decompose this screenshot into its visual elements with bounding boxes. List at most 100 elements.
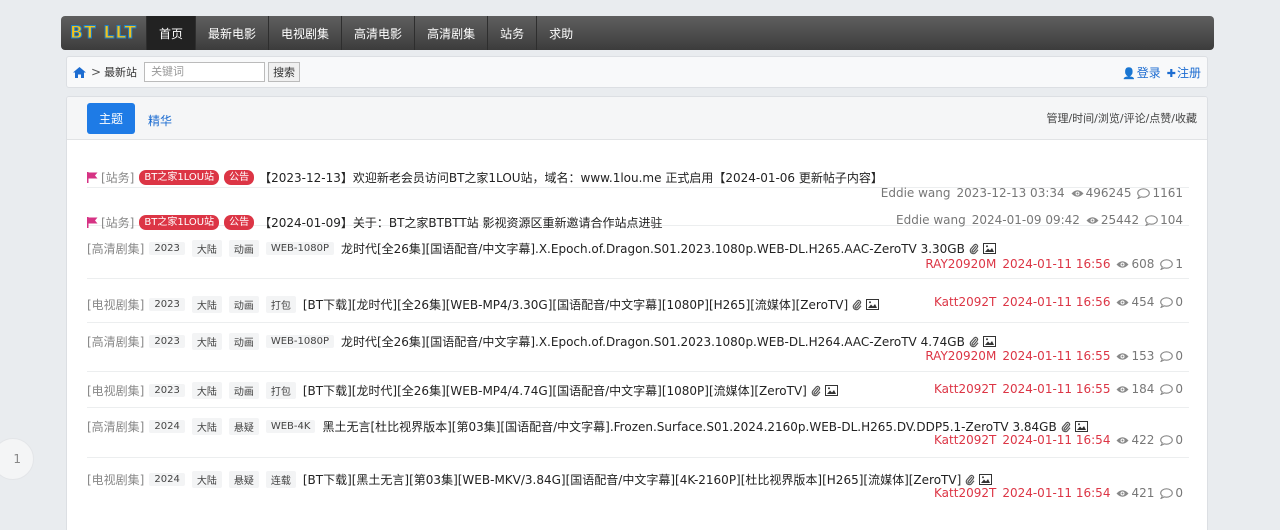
comments-count: 0	[1160, 349, 1183, 363]
thread-tag[interactable]: 动画	[228, 296, 259, 313]
register-label: 注册	[1176, 65, 1201, 80]
register-link[interactable]: ✚注册	[1167, 64, 1201, 81]
thread-forum[interactable]: [高清剧集]	[87, 418, 144, 435]
thread-tag[interactable]: 连载	[265, 471, 296, 488]
thread-tag[interactable]: 2023	[149, 384, 185, 397]
comment-icon	[1160, 434, 1174, 446]
thread-tag[interactable]: 动画	[228, 382, 259, 399]
thread-forum[interactable]: [高清剧集]	[87, 240, 144, 257]
thread-tag[interactable]: 大陆	[191, 333, 222, 350]
nav-item-help[interactable]: 求助	[536, 16, 585, 50]
plus-icon: ✚	[1166, 66, 1176, 80]
thread-row[interactable]: [高清剧集] 2023 大陆 动画 WEB-1080P 龙时代[全26集][国语配音/中文…	[87, 226, 1189, 279]
thread-tag[interactable]: 悬疑	[228, 471, 259, 488]
thread-tag[interactable]: 2024	[149, 420, 185, 433]
thread-tag[interactable]: WEB-1080P	[265, 242, 334, 255]
user-links: 👤登录 ✚注册	[1122, 64, 1201, 81]
thread-row[interactable]: [高清剧集] 2023 大陆 动画 WEB-1080P 龙时代[全26集][国语配音/中文…	[87, 323, 1189, 372]
thread-author[interactable]: RAY20920M	[925, 349, 996, 363]
comments-value: 0	[1175, 382, 1183, 396]
views-value: 421	[1131, 486, 1155, 500]
views-count: 25442	[1086, 213, 1139, 227]
breadcrumb-separator: >	[91, 65, 102, 79]
thread-row[interactable]: [站务] BT之家1LOU站 公告 【2024-01-09】关于：BT之家BTBTT站…	[87, 188, 1189, 230]
thread-tag[interactable]: 2023	[149, 298, 185, 311]
comments-count: 0	[1160, 295, 1183, 309]
thread-tag[interactable]: 大陆	[191, 296, 222, 313]
thread-title[interactable]: [BT下载][黑土无言][第03集][WEB-MKV/3.84G][国语配音/中…	[303, 471, 961, 488]
thread-author[interactable]: Eddie wang	[896, 213, 966, 227]
thread-tag[interactable]: 2023	[149, 242, 185, 255]
image-icon	[866, 299, 880, 310]
eye-icon	[1116, 260, 1129, 269]
thread-title[interactable]: 【2023-12-13】欢迎新老会员访问BT之家1LOU站，域名：www.1lo…	[259, 169, 883, 186]
top-navbar: BT LLT 首页 最新电影 电视剧集 高清电影 高清剧集 站务 求助	[61, 16, 1214, 50]
nav-item-latest-movies[interactable]: 最新电影	[195, 16, 268, 50]
thread-tag[interactable]: 大陆	[191, 471, 222, 488]
thread-forum[interactable]: [站务]	[101, 169, 134, 186]
site-logo[interactable]: BT LLT	[61, 16, 146, 50]
tab-topics[interactable]: 主题	[87, 103, 135, 134]
thread-tag[interactable]: 大陆	[191, 240, 222, 257]
thread-row[interactable]: [电视剧集] 2023 大陆 动画 打包 [BT下载][龙时代][全26集][WEB-MP…	[87, 372, 1189, 408]
thread-time: 2024-01-11 16:56	[1002, 295, 1111, 309]
thread-time: 2024-01-11 16:56	[1002, 257, 1111, 271]
search-button[interactable]: 搜索	[268, 62, 301, 82]
page-indicator[interactable]: 1	[0, 438, 34, 480]
views-count: 153	[1116, 349, 1154, 363]
home-icon[interactable]	[73, 66, 86, 78]
thread-tag[interactable]: 2023	[149, 335, 185, 348]
thread-forum[interactable]: [电视剧集]	[87, 296, 144, 313]
comments-count: 0	[1160, 433, 1183, 447]
thread-author[interactable]: Katt2092T	[934, 382, 996, 396]
nav-item-site-affairs[interactable]: 站务	[487, 16, 536, 50]
thread-author[interactable]: RAY20920M	[925, 257, 996, 271]
thread-row[interactable]: [站务] BT之家1LOU站 公告 【2023-12-13】欢迎新老会员访问BT之家1…	[87, 150, 1189, 200]
eye-icon	[1116, 298, 1129, 307]
comments-value: 104	[1160, 213, 1183, 227]
thread-tag[interactable]: 大陆	[191, 382, 222, 399]
thread-author[interactable]: Katt2092T	[934, 433, 996, 447]
thread-title[interactable]: 龙时代[全26集][国语配音/中文字幕].X.Epoch.of.Dragon.S…	[341, 240, 965, 257]
thread-author[interactable]: Katt2092T	[934, 295, 996, 309]
thread-tag[interactable]: 悬疑	[228, 418, 259, 435]
views-value: 422	[1131, 433, 1155, 447]
attachment-icon	[852, 299, 862, 311]
thread-tag[interactable]: 打包	[265, 382, 296, 399]
thread-title[interactable]: [BT下载][龙时代][全26集][WEB-MP4/4.74G][国语配音/中文…	[303, 382, 807, 399]
thread-row[interactable]: [电视剧集] 2023 大陆 动画 打包 [BT下载][龙时代][全26集][WEB-MP…	[87, 279, 1189, 323]
image-icon	[979, 474, 993, 485]
sort-options[interactable]: 管理/时间/浏览/评论/点赞/收藏	[1046, 110, 1197, 126]
thread-title[interactable]: 龙时代[全26集][国语配音/中文字幕].X.Epoch.of.Dragon.S…	[341, 333, 965, 350]
page-number: 1	[13, 452, 21, 466]
logo-text: BT LLT	[70, 23, 137, 44]
thread-time: 2024-01-11 16:54	[1002, 433, 1111, 447]
thread-tag[interactable]: 动画	[228, 240, 259, 257]
views-count: 421	[1116, 486, 1154, 500]
nav-item-tv-series[interactable]: 电视剧集	[268, 16, 341, 50]
thread-row[interactable]: [高清剧集] 2024 大陆 悬疑 WEB-4K 黑土无言[杜比视界版本][第03集][国…	[87, 408, 1189, 458]
image-icon	[982, 336, 996, 347]
thread-tag[interactable]: 打包	[265, 296, 296, 313]
thread-tag[interactable]: 大陆	[191, 418, 222, 435]
nav-item-hd-movies[interactable]: 高清电影	[341, 16, 414, 50]
thread-tag[interactable]: 动画	[228, 333, 259, 350]
nav-item-home[interactable]: 首页	[146, 16, 196, 50]
thread-author[interactable]: Katt2092T	[934, 486, 996, 500]
tab-featured[interactable]: 精华	[148, 112, 172, 129]
comments-value: 1	[1175, 257, 1183, 271]
thread-tag[interactable]: WEB-4K	[265, 420, 316, 433]
thread-row[interactable]: [电视剧集] 2024 大陆 悬疑 连载 [BT下载][黑土无言][第03集][WEB-M…	[87, 458, 1189, 518]
nav-item-hd-series[interactable]: 高清剧集	[414, 16, 487, 50]
thread-tag[interactable]: WEB-1080P	[265, 335, 334, 348]
thread-forum[interactable]: [电视剧集]	[87, 382, 144, 399]
attachment-icon	[1061, 421, 1071, 433]
thread-list-panel: 主题 精华 管理/时间/浏览/评论/点赞/收藏 [站务] BT之家1LOU站 公告【…	[66, 96, 1208, 530]
login-link[interactable]: 👤登录	[1122, 64, 1161, 81]
thread-title[interactable]: [BT下载][龙时代][全26集][WEB-MP4/3.30G][国语配音/中文…	[303, 296, 848, 313]
thread-forum[interactable]: [电视剧集]	[87, 471, 144, 488]
thread-forum[interactable]: [高清剧集]	[87, 333, 144, 350]
thread-tag[interactable]: 2024	[149, 473, 185, 486]
breadcrumb-current[interactable]: 最新站	[104, 64, 137, 80]
search-input[interactable]	[144, 62, 266, 82]
